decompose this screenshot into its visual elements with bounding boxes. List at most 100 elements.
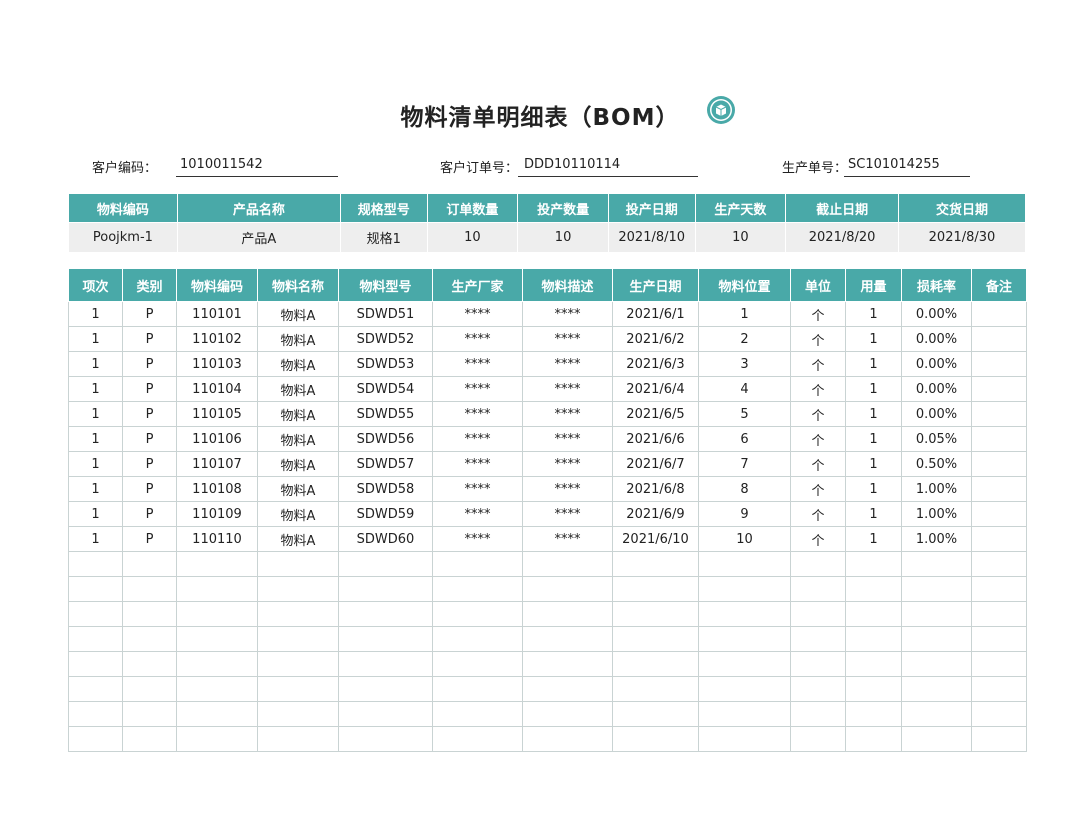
table-cell: 4 [698, 376, 791, 402]
table-cell: 5 [698, 401, 791, 427]
table-cell: SDWD60 [338, 526, 433, 552]
table-cell [971, 676, 1027, 702]
table-cell [522, 701, 613, 727]
order-no-underline [518, 176, 698, 177]
table-cell [338, 726, 433, 752]
table-cell [432, 651, 523, 677]
table-cell: 物料A [257, 426, 339, 452]
production-no-value: SC101014255 [848, 157, 940, 172]
table-cell [68, 651, 123, 677]
customer-code-label: 客户编码： [92, 161, 158, 176]
table-cell [698, 626, 791, 652]
table-cell: **** [432, 376, 523, 402]
table-cell [176, 676, 258, 702]
table-cell: 物料A [257, 501, 339, 527]
table-cell [257, 651, 339, 677]
table-cell [338, 551, 433, 577]
table-cell: 110105 [176, 401, 258, 427]
table-cell [522, 551, 613, 577]
table-cell [971, 376, 1027, 402]
table-cell: P [122, 501, 177, 527]
table-cell: **** [522, 326, 613, 352]
order-row: Poojkm-1 产品A 规格1 10 10 2021/8/10 10 2021… [68, 222, 1026, 253]
table-cell [971, 301, 1027, 327]
table-cell [257, 701, 339, 727]
table-cell: 1 [845, 451, 902, 477]
table-cell: SDWD52 [338, 326, 433, 352]
table-row: 1 P 110104 物料A SDWD54 **** **** 2021/6/4 4 个 1 0.00… [68, 376, 1027, 402]
table-cell [971, 501, 1027, 527]
table-cell [68, 701, 123, 727]
table-cell: 8 [698, 476, 791, 502]
table-cell: 10 [698, 526, 791, 552]
table-cell: **** [432, 426, 523, 452]
table-cell: **** [522, 401, 613, 427]
order-cell: 规格1 [339, 222, 428, 253]
table-cell: P [122, 451, 177, 477]
table-cell: **** [432, 401, 523, 427]
table-cell [845, 726, 902, 752]
table-row [68, 576, 1027, 602]
table-cell [522, 726, 613, 752]
table-cell: P [122, 351, 177, 377]
table-cell [68, 726, 123, 752]
table-cell: **** [432, 351, 523, 377]
table-cell: SDWD51 [338, 301, 433, 327]
table-cell: 110107 [176, 451, 258, 477]
table-cell [122, 651, 177, 677]
table-cell [845, 551, 902, 577]
table-cell [257, 626, 339, 652]
table-cell [971, 526, 1027, 552]
table-cell [122, 576, 177, 602]
table-cell [612, 551, 699, 577]
table-cell: **** [522, 526, 613, 552]
table-cell: P [122, 426, 177, 452]
table-cell: 110104 [176, 376, 258, 402]
table-cell: 个 [790, 451, 846, 477]
table-cell [338, 626, 433, 652]
table-cell: 个 [790, 351, 846, 377]
table-cell: 2021/6/2 [612, 326, 699, 352]
table-cell: 2021/6/5 [612, 401, 699, 427]
table-cell [176, 576, 258, 602]
table-cell [971, 726, 1027, 752]
table-cell [901, 551, 972, 577]
table-cell: **** [522, 301, 613, 327]
table-cell [338, 701, 433, 727]
table-cell [176, 601, 258, 627]
table-cell: 9 [698, 501, 791, 527]
table-cell: SDWD57 [338, 451, 433, 477]
table-cell: 7 [698, 451, 791, 477]
order-cell: 2021/8/10 [607, 222, 696, 253]
table-row: 1 P 110107 物料A SDWD57 **** **** 2021/6/7 7 个 1 0.50… [68, 451, 1027, 477]
material-header-cell: 生产日期 [612, 268, 699, 302]
table-cell: 0.05% [901, 426, 972, 452]
table-cell [845, 676, 902, 702]
table-row [68, 676, 1027, 702]
table-row: 1 P 110106 物料A SDWD56 **** **** 2021/6/6 6 个 1 0.05… [68, 426, 1027, 452]
box-icon [707, 96, 735, 124]
table-cell: 110108 [176, 476, 258, 502]
table-row: 1 P 110101 物料A SDWD51 **** **** 2021/6/1 1 个 1 0.00… [68, 301, 1027, 327]
table-row [68, 726, 1027, 752]
table-cell [432, 726, 523, 752]
table-cell: 1.00% [901, 526, 972, 552]
table-cell: 0.00% [901, 351, 972, 377]
order-cell: Poojkm-1 [68, 222, 178, 253]
order-header-cell: 交货日期 [898, 193, 1026, 223]
table-cell [122, 701, 177, 727]
table-cell: 2021/6/4 [612, 376, 699, 402]
table-cell: P [122, 301, 177, 327]
table-row [68, 626, 1027, 652]
table-cell: **** [432, 301, 523, 327]
table-cell [432, 626, 523, 652]
table-cell: 1 [845, 476, 902, 502]
order-header-cell: 规格型号 [339, 193, 428, 223]
table-cell [257, 601, 339, 627]
material-header-cell: 物料描述 [522, 268, 613, 302]
table-cell [971, 476, 1027, 502]
material-table: 项次 类别 物料编码 物料名称 物料型号 生产厂家 物料描述 生产日期 物料位置 单位 用量 损耗率备… [68, 268, 1027, 752]
table-cell [845, 626, 902, 652]
table-cell [257, 726, 339, 752]
material-header-cell: 物料型号 [338, 268, 433, 302]
